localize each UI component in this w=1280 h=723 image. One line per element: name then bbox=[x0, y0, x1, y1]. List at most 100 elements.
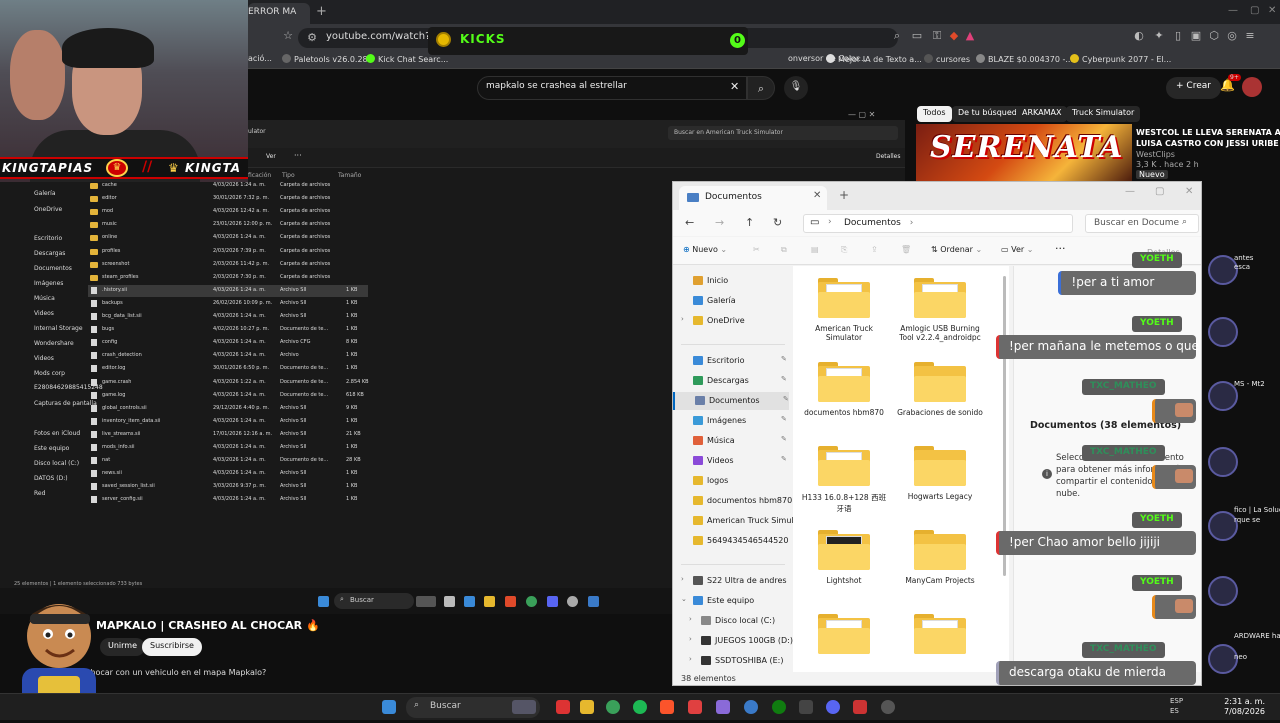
app-icon[interactable] bbox=[799, 700, 813, 714]
vpn-icon[interactable]: ◎ bbox=[1226, 30, 1238, 42]
brave-shield-icon[interactable]: ◆ bbox=[948, 30, 960, 42]
table-row[interactable]: mods_info.sii 4/03/2026 1:24 a. m. Archivo… bbox=[88, 442, 368, 454]
zoom-icon[interactable]: ⌕ bbox=[891, 30, 903, 42]
minimize-icon[interactable]: — bbox=[1228, 5, 1238, 16]
dark-search-input[interactable]: Buscar en American Truck Simulator bbox=[668, 126, 898, 140]
nav-item[interactable]: logos bbox=[673, 472, 789, 490]
dark-sidebar-item[interactable]: Disco local (C:) bbox=[34, 460, 79, 467]
dark-breadcrumb[interactable]: ulator bbox=[248, 128, 266, 135]
folder-item[interactable] bbox=[799, 614, 889, 660]
sidebar-video-avatar[interactable] bbox=[1208, 317, 1238, 347]
bookmark-item[interactable]: ació... bbox=[248, 54, 272, 63]
back-icon[interactable]: ← bbox=[685, 216, 694, 229]
folder-icon[interactable] bbox=[484, 596, 495, 607]
chip-todos[interactable]: Todos bbox=[917, 106, 952, 122]
table-row[interactable]: bugs 4/02/2026 10:27 p. m. Documento de te… bbox=[88, 324, 368, 336]
expand-chevron-icon[interactable]: › bbox=[689, 615, 692, 623]
obs-icon[interactable] bbox=[881, 700, 895, 714]
dark-sidebar-item[interactable]: Wondershare bbox=[34, 340, 74, 347]
dark-sidebar-item[interactable]: Música bbox=[34, 295, 55, 302]
folder-item[interactable]: documentos hbm870 bbox=[799, 362, 889, 417]
sidebar-icon[interactable]: ▯ bbox=[1172, 30, 1184, 42]
minimize-icon[interactable]: — bbox=[1125, 186, 1135, 197]
cast-icon[interactable]: ▭ bbox=[911, 30, 923, 42]
recommended-video-thumbnail[interactable]: SERENATA bbox=[916, 124, 1132, 182]
dark-sidebar-item[interactable]: Red bbox=[34, 490, 45, 497]
pin-icon[interactable]: ✎ bbox=[781, 375, 787, 383]
chrome-icon[interactable] bbox=[606, 700, 620, 714]
table-row[interactable]: online 4/03/2026 1:24 a. m. Carpeta de arc… bbox=[88, 232, 368, 244]
youtube-search-input[interactable]: mapkalo se crashea al estrellar ✕ bbox=[477, 76, 747, 100]
dark-details-button[interactable]: Detalles bbox=[876, 153, 901, 160]
table-row[interactable]: crash_detection 4/03/2026 1:24 a. m. Archi… bbox=[88, 350, 368, 362]
table-row[interactable]: inventory_item_data.sii 4/03/2026 1:24 a.… bbox=[88, 416, 368, 428]
nav-item[interactable]: Imágenes ✎ bbox=[673, 412, 789, 430]
nav-item[interactable]: Descargas ✎ bbox=[673, 372, 789, 390]
table-row[interactable]: mod 4/03/2026 12:42 a. m. Carpeta de archi… bbox=[88, 206, 368, 218]
nav-item[interactable]: American Truck Simulato bbox=[673, 512, 807, 530]
search-icon[interactable]: ⌕ bbox=[747, 76, 775, 100]
widget-icon[interactable] bbox=[416, 596, 436, 607]
close-tab-icon[interactable]: ✕ bbox=[813, 190, 821, 201]
forward-icon[interactable]: → bbox=[715, 216, 724, 229]
chrome-icon[interactable] bbox=[526, 596, 537, 607]
new-tab-button[interactable]: + bbox=[316, 4, 327, 19]
nav-item[interactable]: Escritorio ✎ bbox=[673, 352, 789, 370]
bookmark-item[interactable]: cursores bbox=[924, 54, 970, 64]
nav-item[interactable]: documentos hbm870 bbox=[673, 492, 792, 510]
explorer-tab[interactable]: Documentos ✕ bbox=[679, 186, 827, 210]
avatar[interactable] bbox=[1242, 77, 1262, 97]
puzzle-icon[interactable]: ✦ bbox=[1153, 30, 1165, 42]
folder-item[interactable]: Hogwarts Legacy bbox=[895, 446, 985, 501]
bookmark-item[interactable]: Kick Chat Searc... bbox=[366, 54, 448, 64]
nav-item[interactable]: ⌄ Este equipo bbox=[673, 592, 789, 610]
shield-icon[interactable]: ⬡ bbox=[1208, 30, 1220, 42]
sidebar-video-text[interactable]: ARDWARE ha bbox=[1234, 632, 1280, 640]
bookmark-item[interactable]: Paletools v26.0.28 bbox=[282, 54, 368, 64]
dark-window-controls[interactable]: — ▢ ✕ bbox=[848, 110, 875, 119]
new-button[interactable]: ⊕ Nuevo ⌄ bbox=[683, 245, 727, 254]
nav-item[interactable]: Videos ✎ bbox=[673, 452, 789, 470]
breadcrumb-documentos[interactable]: Documentos bbox=[844, 218, 901, 228]
rec-channel[interactable]: WestClips bbox=[1136, 150, 1175, 159]
copy-icon[interactable]: ⧉ bbox=[781, 245, 787, 255]
dark-sidebar-item[interactable]: Videos bbox=[34, 355, 54, 362]
microphone-icon[interactable]: 🎙 bbox=[784, 76, 808, 100]
dark-sidebar-item[interactable]: Escritorio bbox=[34, 235, 62, 242]
dark-sidebar-item[interactable]: Imágenes bbox=[34, 280, 63, 287]
more-options-button[interactable]: ··· bbox=[1055, 242, 1066, 255]
table-row[interactable]: saved_session_list.sii 3/03/2026 9:37 p. … bbox=[88, 481, 368, 493]
cut-icon[interactable]: ✂ bbox=[753, 245, 760, 254]
folder-item[interactable]: Amlogic USB Burning Tool v2.2.4_androidp… bbox=[895, 278, 985, 342]
notifications-bell-icon[interactable]: 🔔 9+ bbox=[1220, 74, 1241, 92]
sidebar-video-avatar[interactable] bbox=[1208, 576, 1238, 606]
expand-chevron-icon[interactable]: ⌄ bbox=[681, 595, 687, 603]
nav-item[interactable]: › Disco local (C:) bbox=[673, 612, 789, 630]
nav-item[interactable]: 5649434546544520 bbox=[673, 532, 789, 550]
dark-sidebar-item[interactable]: Galería bbox=[34, 190, 56, 197]
join-button[interactable]: Unirme bbox=[100, 638, 146, 656]
table-row[interactable]: editor.log 30/01/2026 6:50 p. m. Documento… bbox=[88, 363, 368, 375]
app-icon[interactable] bbox=[556, 700, 570, 714]
more-icon[interactable]: ··· bbox=[294, 151, 302, 160]
share-icon[interactable]: ⇪ bbox=[871, 245, 878, 254]
rewards-icon[interactable]: ▲ bbox=[964, 30, 976, 42]
xbox-icon[interactable] bbox=[772, 700, 786, 714]
close-icon[interactable]: ✕ bbox=[1185, 186, 1193, 197]
table-row[interactable]: server_config.sii 4/03/2026 1:24 a. m. Arc… bbox=[88, 494, 368, 506]
rec-title-line2[interactable]: LUISA CASTRO CON JESSI URIBE bbox=[1136, 139, 1279, 148]
table-row[interactable]: editor 30/01/2026 7:32 p. m. Carpeta de ar… bbox=[88, 193, 368, 205]
view-button[interactable]: ▭ Ver ⌄ bbox=[1001, 245, 1033, 254]
table-row[interactable]: backups 26/02/2026 10:09 p. m. Archivo SII… bbox=[88, 298, 368, 310]
close-icon[interactable]: ✕ bbox=[1268, 5, 1276, 16]
key-icon[interactable]: ⚿ bbox=[931, 30, 943, 42]
expand-chevron-icon[interactable]: › bbox=[681, 315, 684, 323]
browser-tab[interactable]: ERROR MA bbox=[248, 3, 310, 24]
sidebar-video-text[interactable]: MS - Mt2 bbox=[1234, 380, 1265, 388]
table-row[interactable]: music 23/01/2026 12:00 p. m. Carpeta de ar… bbox=[88, 219, 368, 231]
app-icon[interactable] bbox=[853, 700, 867, 714]
up-icon[interactable]: ↑ bbox=[745, 216, 754, 229]
nav-item[interactable]: › SSDTOSHIBA (E:) bbox=[673, 652, 789, 670]
app-icon[interactable] bbox=[588, 596, 599, 607]
folder-item[interactable]: H133 16.0.8+128 西班牙语 bbox=[799, 446, 889, 514]
